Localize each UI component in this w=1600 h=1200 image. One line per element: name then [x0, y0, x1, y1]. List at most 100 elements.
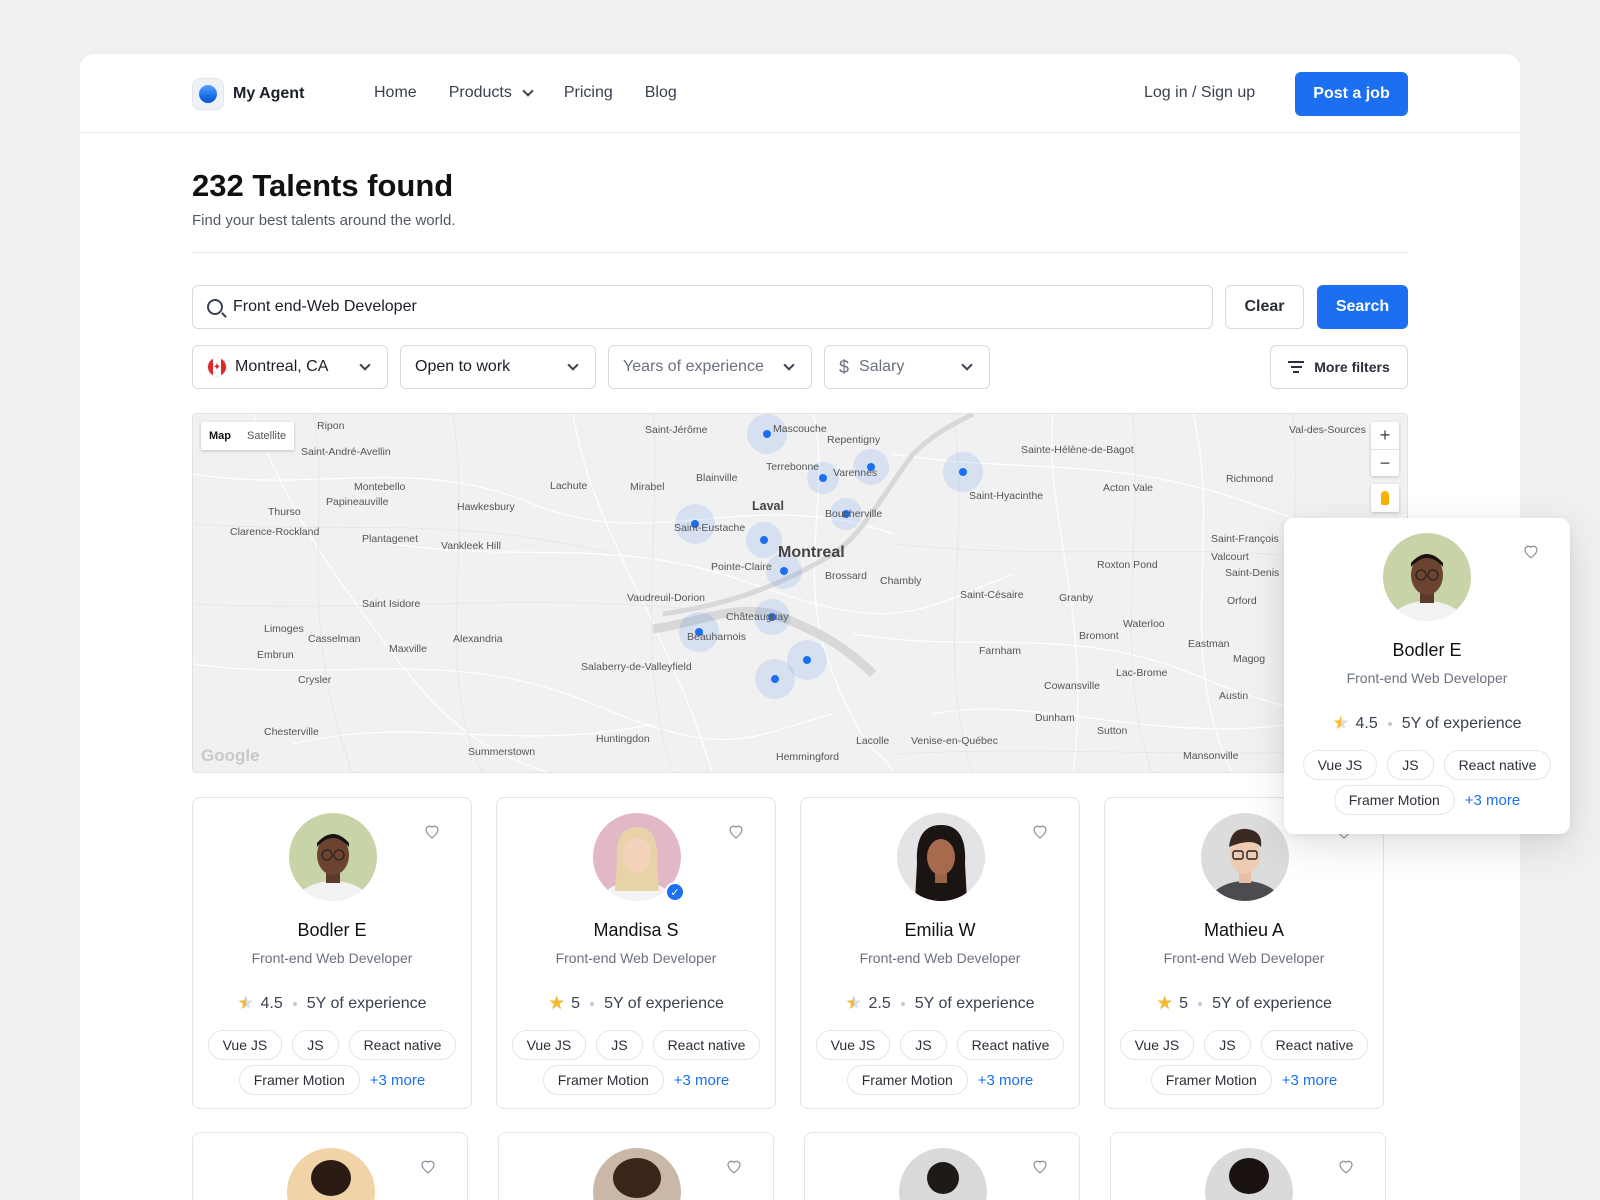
heart-icon[interactable] — [1031, 1157, 1049, 1175]
avatar — [287, 1148, 375, 1200]
more-skills-link[interactable]: +3 more — [370, 1072, 425, 1089]
map-place: Salaberry-de-Valleyfield — [581, 661, 692, 673]
map-place: Saint-Césaire — [960, 589, 1024, 601]
talent-rating: 5 — [571, 994, 581, 1012]
heart-icon[interactable] — [725, 1157, 743, 1175]
more-skills-link[interactable]: +3 more — [1465, 792, 1520, 809]
more-filters-button[interactable]: More filters — [1270, 345, 1408, 389]
heart-icon[interactable] — [1337, 1157, 1355, 1175]
separator-dot — [292, 1001, 297, 1006]
status-value: Open to work — [415, 358, 511, 375]
top-navbar: My Agent Home Products Pricing Blog Log … — [80, 54, 1520, 133]
status-select[interactable]: Open to work — [400, 345, 596, 389]
search-field[interactable] — [192, 285, 1213, 329]
experience-select[interactable]: Years of experience — [608, 345, 812, 389]
map-place: Boucherville — [825, 508, 883, 520]
map-place: Eastman — [1188, 638, 1230, 650]
map-place: Embrun — [257, 649, 294, 661]
talent-popup-card[interactable]: Bodler E Front-end Web Developer ★ 4.5 5… — [1284, 518, 1570, 834]
map-place: Mirabel — [630, 481, 665, 493]
talent-card[interactable] — [1110, 1132, 1386, 1200]
map-place: Casselman — [308, 633, 361, 645]
map-type-map[interactable]: Map — [201, 422, 239, 450]
map-place: Acton Vale — [1103, 482, 1154, 494]
map-place: Richmond — [1226, 473, 1274, 485]
map-place: Repentigny — [827, 434, 881, 446]
skill-tag: React native — [348, 1030, 457, 1060]
talent-role: Front-end Web Developer — [859, 950, 1021, 966]
zoom-out-button[interactable]: − — [1371, 449, 1399, 476]
skill-tag: Framer Motion — [846, 1065, 968, 1095]
heart-icon[interactable] — [1031, 822, 1049, 840]
talent-name: Mathieu A — [1203, 920, 1285, 940]
map-place: Saint-André-Avellin — [301, 446, 391, 458]
talent-card[interactable]: ✓ Mandisa S Front-end Web Developer ★ 5 … — [496, 797, 776, 1109]
post-job-button[interactable]: Post a job — [1295, 72, 1408, 116]
map-place: Sutton — [1097, 725, 1128, 737]
map-place: Bromont — [1079, 630, 1119, 642]
clear-button[interactable]: Clear — [1225, 285, 1304, 329]
canada-flag-icon: ✦ — [207, 357, 227, 377]
salary-select[interactable]: $ Salary — [824, 345, 990, 389]
more-skills-link[interactable]: +3 more — [674, 1072, 729, 1089]
map-place: Mansonville — [1183, 750, 1239, 762]
map-place: Varennes — [833, 467, 878, 479]
talent-name: Bodler E — [297, 920, 367, 940]
heart-icon[interactable] — [1522, 542, 1540, 560]
talent-card[interactable]: Bodler E Front-end Web Developer ★ 4.5 5… — [192, 797, 472, 1109]
skill-tags: Framer Motion +3 more — [497, 1065, 775, 1095]
search-input[interactable] — [233, 298, 1133, 316]
skill-tag: JS — [900, 1030, 947, 1060]
nav-home[interactable]: Home — [374, 84, 417, 102]
skill-tag: Framer Motion — [1150, 1065, 1272, 1095]
map-place: Cowansville — [1044, 680, 1101, 692]
talent-stats: ★ 5 5Y of experience — [1105, 994, 1383, 1013]
skill-tag: React native — [1443, 750, 1552, 780]
map-place: Terrebonne — [766, 461, 820, 473]
heart-icon[interactable] — [727, 822, 745, 840]
location-select[interactable]: ✦ Montreal, CA — [192, 345, 388, 389]
chevron-down-icon — [567, 358, 579, 371]
more-skills-link[interactable]: +3 more — [1282, 1072, 1337, 1089]
heart-icon[interactable] — [419, 1157, 437, 1175]
talent-map[interactable]: Ripon Saint-André-Avellin Montebello Pap… — [192, 413, 1408, 773]
login-signup-link[interactable]: Log in / Sign up — [1144, 84, 1255, 102]
skill-tag: React native — [956, 1030, 1065, 1060]
talent-rating: 4.5 — [260, 994, 283, 1012]
nav-products[interactable]: Products — [448, 84, 534, 102]
map-place: Saint-Hyacinthe — [969, 490, 1044, 502]
skill-tag: Framer Motion — [1333, 785, 1455, 815]
talent-card[interactable]: Emilia W Front-end Web Developer ★ 2.5 5… — [800, 797, 1080, 1109]
talent-card[interactable] — [192, 1132, 468, 1200]
nav-pricing[interactable]: Pricing — [564, 84, 613, 102]
map-place: Papineauville — [326, 496, 389, 508]
verified-badge-icon: ✓ — [665, 882, 685, 902]
talent-rating: 4.5 — [1355, 714, 1378, 732]
map-type-satellite[interactable]: Satellite — [239, 422, 294, 450]
map-place: Waterloo — [1123, 618, 1165, 630]
talent-experience: 5Y of experience — [604, 994, 724, 1012]
talent-name: Mandisa S — [593, 920, 679, 940]
nav-products-label: Products — [448, 84, 512, 101]
zoom-in-button[interactable]: + — [1371, 422, 1399, 449]
talent-card[interactable] — [804, 1132, 1080, 1200]
talent-experience: 5Y of experience — [1401, 714, 1522, 732]
search-button[interactable]: Search — [1317, 285, 1408, 329]
street-view-icon[interactable] — [1371, 484, 1399, 512]
map-place: Maxville — [389, 643, 427, 655]
skill-tag: Vue JS — [207, 1030, 283, 1060]
talent-card[interactable] — [498, 1132, 774, 1200]
skill-tags: Vue JS JS React native — [1105, 1030, 1383, 1060]
heart-icon[interactable] — [423, 822, 441, 840]
nav-blog[interactable]: Blog — [645, 84, 677, 102]
talent-card[interactable]: Mathieu A Front-end Web Developer ★ 5 5Y… — [1104, 797, 1384, 1109]
map-place: Valcourt — [1211, 551, 1249, 563]
page-title: 232 Talents found — [192, 168, 454, 203]
map-place: Vankleek Hill — [441, 540, 501, 552]
more-skills-link[interactable]: +3 more — [978, 1072, 1033, 1089]
map-place: Limoges — [264, 623, 304, 635]
separator-dot — [1387, 721, 1392, 726]
brand-logo[interactable]: My Agent — [192, 78, 304, 110]
divider — [192, 252, 1408, 253]
more-filters-label: More filters — [1314, 359, 1390, 375]
